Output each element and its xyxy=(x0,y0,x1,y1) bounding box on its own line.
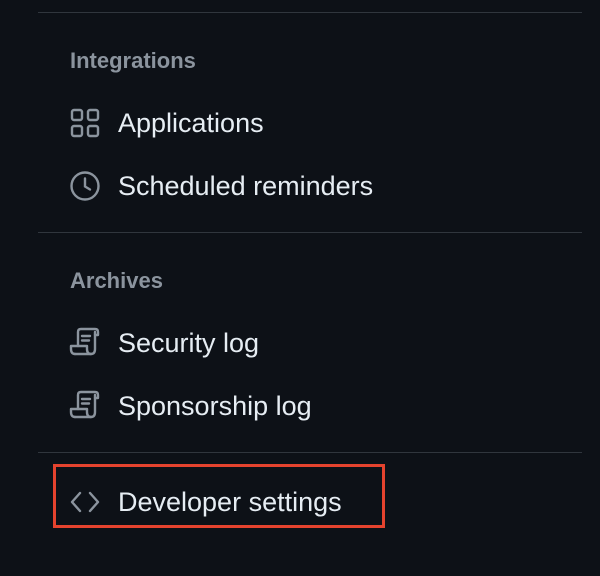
clock-icon xyxy=(69,170,101,202)
highlight-box xyxy=(53,464,385,528)
sidebar-item-label: Applications xyxy=(118,108,264,138)
apps-grid-icon xyxy=(69,107,101,139)
log-icon xyxy=(69,327,101,359)
divider-bottom xyxy=(38,452,582,453)
sidebar-item-sponsorship-log[interactable]: Sponsorship log xyxy=(54,378,312,434)
sidebar-item-label: Sponsorship log xyxy=(118,391,312,421)
sidebar-item-label: Security log xyxy=(118,328,260,358)
sidebar-item-scheduled-reminders[interactable]: Scheduled reminders xyxy=(54,158,373,214)
settings-sidebar: Integrations Applications Scheduled remi… xyxy=(0,0,600,576)
log-icon xyxy=(69,390,101,422)
sidebar-item-label: Scheduled reminders xyxy=(118,171,374,201)
sidebar-item-applications[interactable]: Applications xyxy=(54,95,264,151)
divider-top xyxy=(38,12,582,13)
sidebar-item-security-log[interactable]: Security log xyxy=(54,315,259,371)
divider-middle xyxy=(38,232,582,233)
section-heading-integrations: Integrations xyxy=(70,48,196,73)
section-heading-archives: Archives xyxy=(70,268,163,293)
